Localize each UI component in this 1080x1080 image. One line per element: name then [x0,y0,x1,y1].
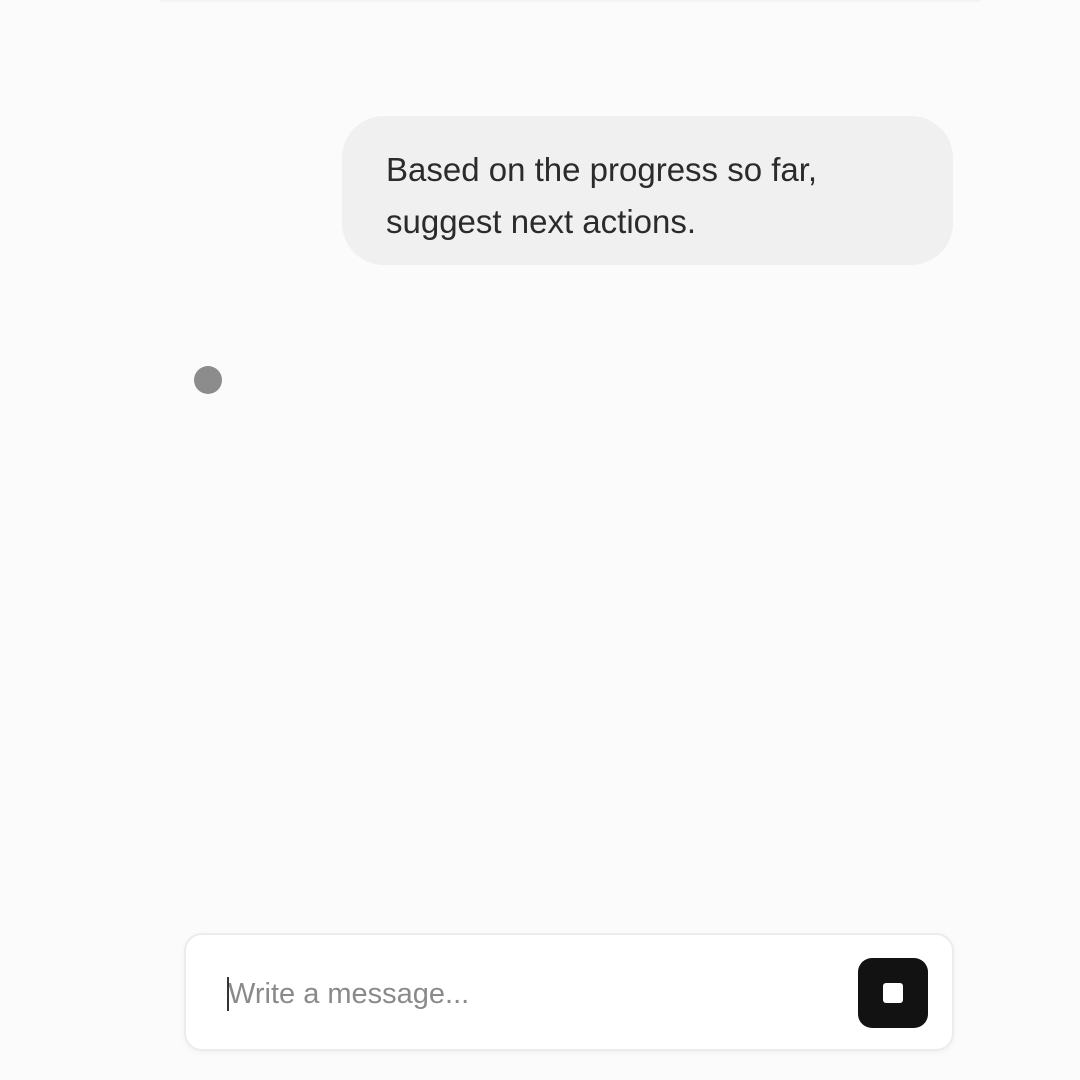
stop-button[interactable] [858,958,928,1028]
text-caret [227,977,229,1011]
user-message-text: Based on the progress so far, suggest ne… [386,151,818,240]
message-composer [184,933,954,1051]
stop-icon [883,983,903,1003]
top-divider [160,0,980,2]
user-message-bubble: Based on the progress so far, suggest ne… [342,116,953,265]
message-input[interactable] [226,971,830,1017]
typing-indicator-dot [194,366,222,394]
chat-window: Based on the progress so far, suggest ne… [0,0,1080,1080]
